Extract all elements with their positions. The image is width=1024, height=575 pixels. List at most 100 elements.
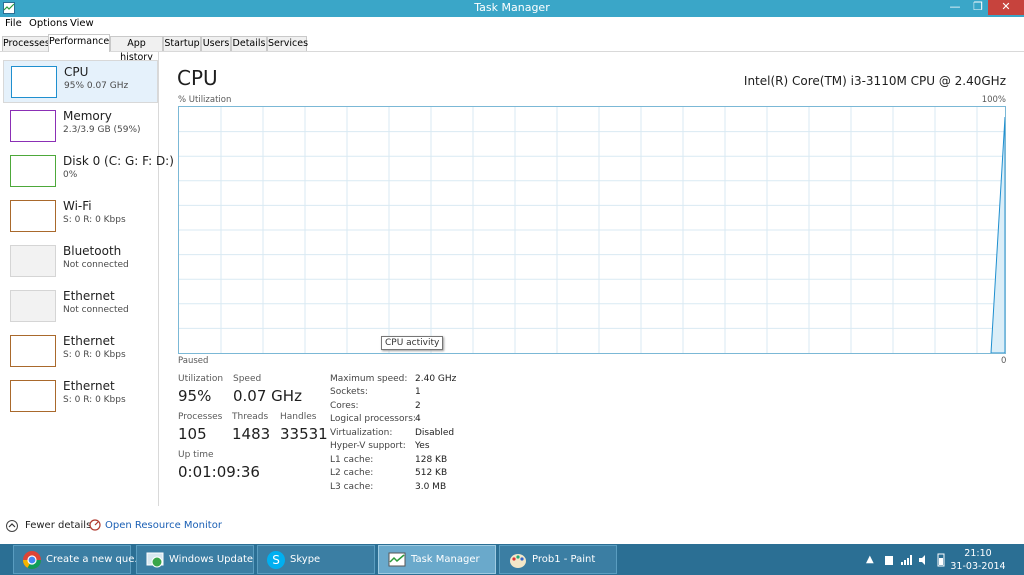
sidebar-item-label: Ethernet [63, 334, 115, 348]
graph-canvas [179, 107, 1005, 353]
info-value-l3-cache: 3.0 MB [415, 482, 447, 492]
sidebar-item-ethernet-1[interactable]: Ethernet Not connected [3, 285, 156, 326]
taskbar-button-chrome[interactable]: Create a new que... [13, 545, 144, 574]
tab-startup[interactable]: Startup [163, 36, 201, 51]
info-key-l2-cache: L2 cache: [330, 468, 374, 478]
svg-text:S: S [272, 553, 280, 567]
open-resource-monitor-link[interactable]: Open Resource Monitor [105, 520, 222, 531]
info-key-cores: Cores: [330, 401, 359, 411]
sidebar-item-memory[interactable]: Memory 2.3/3.9 GB (59%) [3, 105, 156, 146]
sidebar-item-bluetooth[interactable]: Bluetooth Not connected [3, 240, 156, 281]
taskbar-button-paint[interactable]: Prob1 - Paint [499, 545, 617, 574]
sidebar-item-label: Bluetooth [63, 244, 122, 258]
sidebar-item-disk[interactable]: Disk 0 (C: G: F: D:) 0% [3, 150, 174, 191]
cpu-utilization-graph[interactable] [178, 106, 1006, 354]
maximize-button[interactable]: ❐ [968, 0, 988, 15]
taskbar-label: Windows Update [169, 554, 254, 565]
taskbar-label: Task Manager [411, 554, 480, 565]
resource-monitor-icon [89, 519, 101, 531]
utilization-value: 95% [178, 387, 212, 405]
sidebar-item-label: Disk 0 (C: G: F: D:) [63, 154, 174, 168]
graph-gridlines [179, 107, 1005, 353]
bluetooth-thumbnail-graph [10, 245, 56, 277]
graph-tooltip: CPU activity [381, 336, 444, 350]
sidebar-item-label: Ethernet [63, 289, 115, 303]
graph-x-min-label: 0 [1001, 356, 1007, 366]
sidebar-item-detail: Not connected [63, 305, 129, 315]
info-value-virtualization: Disabled [415, 428, 455, 438]
menu-file[interactable]: File [5, 18, 22, 29]
threads-label: Threads [232, 412, 269, 422]
taskbar-clock[interactable]: 21:10 31-03-2014 [948, 547, 1008, 573]
sidebar-item-ethernet-3[interactable]: Ethernet S: 0 R: 0 Kbps [3, 375, 156, 416]
taskbar-button-task-manager[interactable]: Task Manager [378, 545, 496, 574]
info-value-logical-processors: 4 [415, 414, 421, 424]
cpu-thumbnail-graph [11, 66, 57, 98]
tab-services[interactable]: Services [267, 36, 308, 51]
speed-label: Speed [233, 374, 262, 384]
disk-thumbnail-graph [10, 155, 56, 187]
taskbar-button-skype[interactable]: S Skype [257, 545, 375, 574]
sidebar-item-ethernet-2[interactable]: Ethernet S: 0 R: 0 Kbps [3, 330, 156, 371]
taskbar-label: Create a new que... [46, 554, 144, 565]
close-button[interactable]: ✕ [988, 0, 1024, 15]
graph-status-label: Paused [178, 356, 209, 366]
menu-bar: File Options View [0, 17, 1024, 33]
tab-performance[interactable]: Performance [48, 34, 110, 52]
sidebar-item-detail: 0% [63, 170, 78, 180]
graph-y-axis-label: % Utilization [178, 95, 232, 105]
info-key-max-speed: Maximum speed: [330, 374, 408, 384]
volume-icon[interactable] [918, 554, 930, 566]
sidebar-item-label: Wi-Fi [63, 199, 92, 213]
network-signal-icon[interactable] [900, 554, 912, 566]
sidebar-item-wifi[interactable]: Wi-Fi S: 0 R: 0 Kbps [3, 195, 156, 236]
handles-value: 33531 [280, 425, 328, 443]
menu-view[interactable]: View [70, 18, 94, 29]
info-key-logical-processors: Logical processors: [330, 414, 416, 424]
task-manager-icon [388, 552, 406, 567]
processes-value: 105 [178, 425, 207, 443]
minimize-button[interactable]: — [945, 0, 965, 15]
title-bar: Task Manager — ❐ ✕ [0, 0, 1024, 17]
resource-sidebar: CPU 95% 0.07 GHz Memory 2.3/3.9 GB (59%)… [0, 52, 174, 506]
show-hidden-icons-button[interactable]: ▲ [866, 554, 874, 565]
sidebar-item-detail: S: 0 R: 0 Kbps [63, 350, 126, 360]
taskbar-label: Prob1 - Paint [532, 554, 596, 565]
processes-label: Processes [178, 412, 223, 422]
tab-details[interactable]: Details [231, 36, 267, 51]
sidebar-item-detail: 95% 0.07 GHz [64, 81, 129, 91]
graph-y-max-label: 100% [981, 95, 1006, 105]
sidebar-item-detail: 2.3/3.9 GB (59%) [63, 125, 141, 135]
window-title: Task Manager [474, 1, 550, 14]
memory-thumbnail-graph [10, 110, 56, 142]
sidebar-item-detail: Not connected [63, 260, 129, 270]
ethernet-thumbnail-graph [10, 335, 56, 367]
wifi-thumbnail-graph [10, 200, 56, 232]
threads-value: 1483 [232, 425, 271, 443]
taskbar-button-windows-update[interactable]: Windows Update [136, 545, 254, 574]
footer-bar: Fewer details Open Resource Monitor [0, 508, 1024, 544]
sidebar-item-detail: S: 0 R: 0 Kbps [63, 215, 126, 225]
info-value-cores: 2 [415, 401, 421, 411]
paint-icon [510, 554, 526, 568]
tab-app-history[interactable]: App history [110, 36, 163, 63]
cpu-usage-area [990, 116, 1005, 353]
info-key-virtualization: Virtualization: [330, 428, 393, 438]
action-center-flag-icon[interactable] [884, 555, 894, 566]
battery-icon[interactable] [936, 553, 946, 567]
fewer-details-label: Fewer details [25, 520, 92, 531]
menu-options[interactable]: Options [29, 18, 68, 29]
tab-processes[interactable]: Processes [2, 36, 50, 51]
info-value-l2-cache: 512 KB [415, 468, 448, 478]
clock-date: 31-03-2014 [950, 561, 1006, 572]
info-key-l3-cache: L3 cache: [330, 482, 374, 492]
page-title: CPU [177, 66, 218, 90]
cpu-model-name: Intel(R) Core(TM) i3-3110M CPU @ 2.40GHz [743, 74, 1006, 88]
tab-strip: Processes Performance App history Startu… [0, 33, 1024, 63]
tab-users[interactable]: Users [201, 36, 231, 51]
sidebar-item-cpu[interactable]: CPU 95% 0.07 GHz [3, 60, 158, 103]
sidebar-item-label: Ethernet [63, 379, 115, 393]
info-value-hyper-v: Yes [415, 441, 430, 451]
info-value-sockets: 1 [415, 387, 421, 397]
skype-icon: S [267, 551, 285, 569]
